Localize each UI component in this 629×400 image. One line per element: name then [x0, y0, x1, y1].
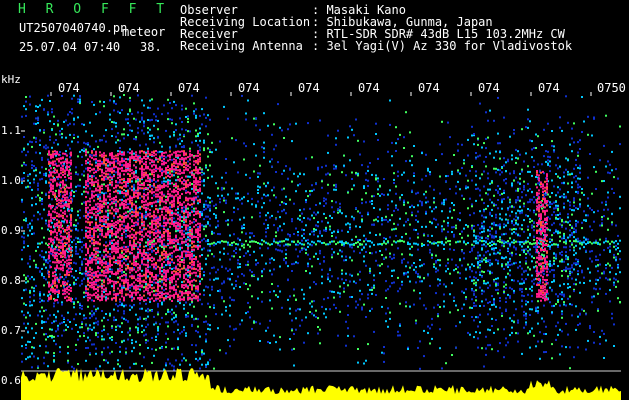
power-trace — [21, 368, 621, 400]
spectrogram — [21, 92, 621, 400]
